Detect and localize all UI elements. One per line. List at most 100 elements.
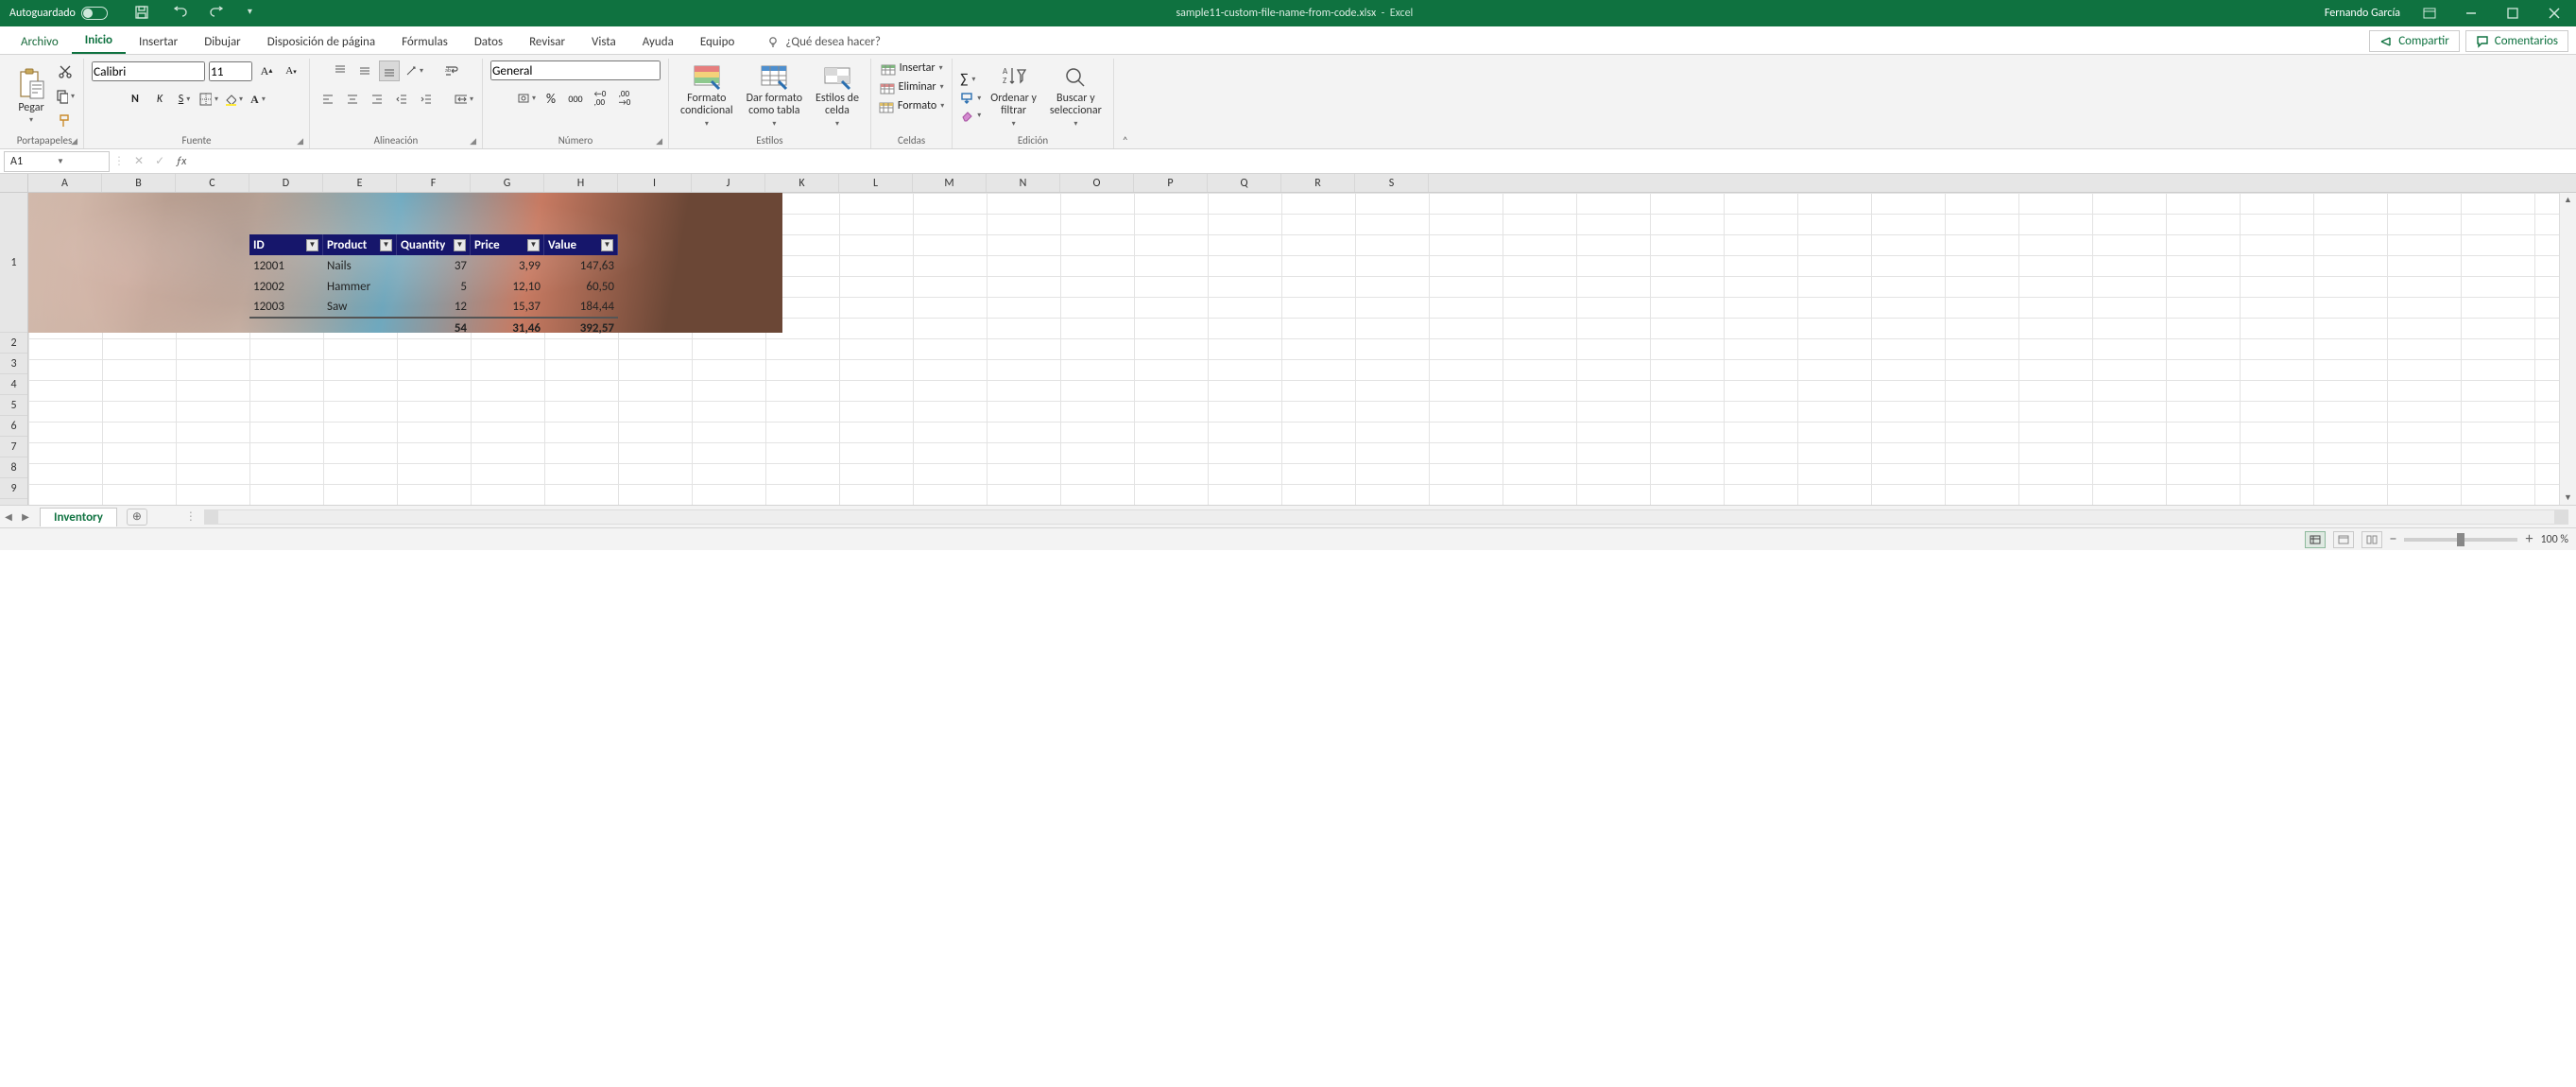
tab-page-layout[interactable]: Disposición de página bbox=[254, 29, 388, 54]
table-header-product[interactable]: Product▼ bbox=[323, 234, 397, 255]
comma-style-button[interactable]: 000 bbox=[565, 88, 586, 109]
page-layout-view-button[interactable] bbox=[2333, 531, 2354, 548]
tab-draw[interactable]: Dibujar bbox=[191, 29, 254, 54]
column-header[interactable]: F bbox=[397, 174, 471, 192]
table-row[interactable]: 12002 Hammer 5 12,10 60,50 bbox=[249, 276, 618, 297]
paste-button[interactable]: Pegar ▾ bbox=[13, 68, 49, 126]
table-header-id[interactable]: ID▼ bbox=[249, 234, 323, 255]
minimize-icon[interactable] bbox=[2459, 4, 2483, 23]
column-header[interactable]: Q bbox=[1208, 174, 1281, 192]
close-icon[interactable] bbox=[2542, 4, 2567, 23]
tab-formulas[interactable]: Fórmulas bbox=[388, 29, 461, 54]
tab-insert[interactable]: Insertar bbox=[126, 29, 191, 54]
cancel-formula-button[interactable]: ✕ bbox=[134, 154, 144, 168]
column-header[interactable]: B bbox=[102, 174, 176, 192]
tab-view[interactable]: Vista bbox=[578, 29, 629, 54]
column-header[interactable]: M bbox=[913, 174, 987, 192]
column-header[interactable]: O bbox=[1060, 174, 1134, 192]
cell-styles-button[interactable]: Estilos de celda▾ bbox=[812, 64, 863, 128]
share-button[interactable]: Compartir bbox=[2369, 30, 2460, 52]
align-bottom-button[interactable] bbox=[379, 60, 400, 81]
align-center-button[interactable] bbox=[342, 89, 363, 110]
column-header[interactable]: S bbox=[1355, 174, 1429, 192]
number-format-select[interactable] bbox=[490, 60, 661, 80]
filter-icon[interactable]: ▼ bbox=[380, 239, 392, 251]
new-sheet-button[interactable]: ⊕ bbox=[127, 509, 147, 526]
column-header[interactable]: A bbox=[28, 174, 102, 192]
redo-icon[interactable] bbox=[210, 5, 227, 22]
filter-icon[interactable]: ▼ bbox=[454, 239, 466, 251]
percent-button[interactable]: % bbox=[541, 88, 561, 109]
dialog-launcher-icon[interactable]: ◢ bbox=[297, 136, 303, 147]
align-right-button[interactable] bbox=[367, 89, 387, 110]
row-header[interactable]: 2 bbox=[0, 333, 27, 354]
insert-cells-button[interactable]: Insertar▾ bbox=[881, 60, 943, 76]
column-header[interactable]: C bbox=[176, 174, 249, 192]
fill-color-button[interactable] bbox=[223, 89, 244, 110]
bold-button[interactable]: N bbox=[125, 89, 146, 110]
dialog-launcher-icon[interactable]: ◢ bbox=[656, 136, 662, 147]
format-cells-button[interactable]: Formato▾ bbox=[879, 98, 944, 113]
tab-data[interactable]: Datos bbox=[461, 29, 516, 54]
autosave-toggle[interactable]: Autoguardado bbox=[9, 7, 108, 20]
font-name-select[interactable] bbox=[92, 61, 205, 81]
maximize-icon[interactable] bbox=[2500, 4, 2525, 23]
italic-button[interactable]: K bbox=[149, 89, 170, 110]
horizontal-scrollbar[interactable] bbox=[204, 509, 2568, 525]
accounting-format-button[interactable] bbox=[516, 88, 537, 109]
fill-button[interactable]: ▾ bbox=[960, 92, 981, 105]
sheet-nav-prev[interactable]: ◀ bbox=[0, 510, 17, 523]
cell-grid[interactable]: ID▼ Product▼ Quantity▼ Price▼ Value▼ 120… bbox=[28, 193, 2559, 505]
font-color-button[interactable]: A bbox=[248, 89, 268, 110]
increase-font-button[interactable]: A▴ bbox=[256, 60, 277, 81]
zoom-in-button[interactable]: + bbox=[2525, 530, 2533, 548]
row-header[interactable]: 7 bbox=[0, 437, 27, 457]
font-size-select[interactable] bbox=[209, 61, 252, 81]
enter-formula-button[interactable]: ✓ bbox=[155, 154, 164, 168]
align-middle-button[interactable] bbox=[354, 60, 375, 81]
clear-button[interactable]: ▾ bbox=[960, 109, 981, 122]
normal-view-button[interactable] bbox=[2305, 531, 2326, 548]
tab-home[interactable]: Inicio bbox=[72, 27, 126, 54]
delete-cells-button[interactable]: Eliminar▾ bbox=[880, 79, 944, 95]
sort-filter-button[interactable]: AZ Ordenar y filtrar▾ bbox=[987, 64, 1040, 128]
column-header[interactable]: D bbox=[249, 174, 323, 192]
column-header[interactable]: K bbox=[765, 174, 839, 192]
row-header[interactable]: 9 bbox=[0, 478, 27, 499]
name-box[interactable]: A1 ▼ bbox=[4, 151, 110, 172]
dialog-launcher-icon[interactable]: ◢ bbox=[470, 136, 476, 147]
comments-button[interactable]: Comentarios bbox=[2465, 30, 2568, 52]
column-header[interactable]: E bbox=[323, 174, 397, 192]
decrease-font-button[interactable]: A▾ bbox=[281, 60, 301, 81]
row-header[interactable]: 3 bbox=[0, 354, 27, 374]
column-header[interactable]: P bbox=[1134, 174, 1208, 192]
tab-review[interactable]: Revisar bbox=[516, 29, 578, 54]
merge-center-button[interactable] bbox=[454, 89, 474, 110]
row-header[interactable]: 1 bbox=[0, 193, 27, 333]
vertical-scrollbar[interactable]: ▲ ▼ bbox=[2559, 193, 2576, 505]
sheet-tab-inventory[interactable]: Inventory bbox=[40, 508, 117, 526]
table-header-price[interactable]: Price▼ bbox=[471, 234, 544, 255]
row-header[interactable]: 5 bbox=[0, 395, 27, 416]
formula-input[interactable] bbox=[201, 151, 2576, 172]
zoom-out-button[interactable]: − bbox=[2390, 530, 2397, 548]
ribbon-display-icon[interactable] bbox=[2417, 4, 2442, 23]
copy-button[interactable] bbox=[55, 86, 76, 107]
table-header-quantity[interactable]: Quantity▼ bbox=[397, 234, 471, 255]
format-painter-button[interactable] bbox=[55, 111, 76, 131]
decrease-indent-button[interactable] bbox=[391, 89, 412, 110]
scroll-up-icon[interactable]: ▲ bbox=[2560, 195, 2576, 205]
wrap-text-button[interactable]: ab bbox=[441, 60, 462, 81]
column-header[interactable]: G bbox=[471, 174, 544, 192]
column-headers[interactable]: ABCDEFGHIJKLMNOPQRS bbox=[28, 174, 2559, 193]
undo-icon[interactable] bbox=[172, 5, 189, 22]
zoom-level[interactable]: 100 % bbox=[2540, 533, 2568, 546]
align-left-button[interactable] bbox=[318, 89, 338, 110]
filter-icon[interactable]: ▼ bbox=[527, 239, 540, 251]
save-icon[interactable] bbox=[134, 5, 151, 22]
toggle-off-icon[interactable] bbox=[81, 7, 108, 20]
dialog-launcher-icon[interactable]: ◢ bbox=[71, 136, 77, 147]
increase-decimal-button[interactable]: ←0,00 bbox=[590, 88, 610, 109]
filter-icon[interactable]: ▼ bbox=[601, 239, 613, 251]
user-name[interactable]: Fernando García bbox=[2325, 7, 2400, 20]
